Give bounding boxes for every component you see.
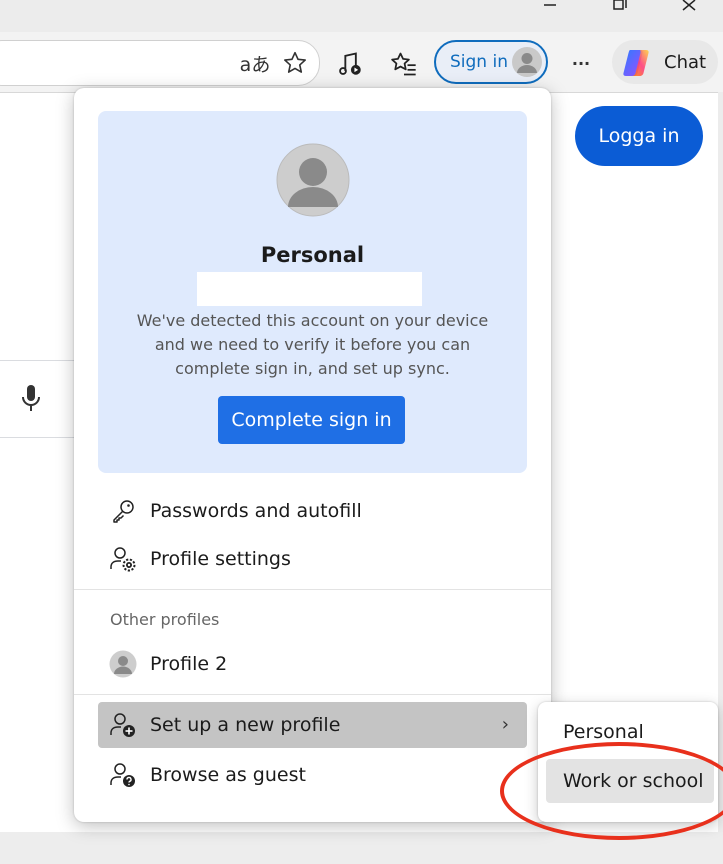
close-window-button[interactable] (676, 0, 704, 16)
profile-settings-label: Profile settings (150, 548, 291, 570)
status-strip (0, 832, 723, 864)
media-control-icon[interactable] (334, 48, 366, 80)
new-profile-submenu: Personal Work or school (538, 702, 718, 822)
login-button[interactable]: Logga in (575, 106, 703, 166)
profile-2-label: Profile 2 (150, 653, 228, 675)
microphone-icon[interactable] (18, 383, 44, 415)
setup-new-profile-label: Set up a new profile (150, 714, 341, 736)
passwords-autofill-label: Passwords and autofill (150, 500, 362, 522)
avatar-icon (512, 47, 542, 77)
redacted-email (197, 272, 422, 306)
copilot-icon (620, 46, 654, 80)
other-profiles-heading: Other profiles (110, 610, 220, 629)
title-bar (0, 0, 723, 32)
restore-icon (613, 0, 627, 10)
search-box[interactable] (0, 360, 81, 438)
minimize-button[interactable] (536, 0, 564, 16)
key-icon (108, 496, 138, 526)
profile-2-avatar-icon (108, 649, 138, 679)
close-icon (682, 0, 696, 11)
person-help-icon (108, 760, 138, 790)
passwords-autofill-item[interactable]: Passwords and autofill (98, 488, 527, 534)
read-aloud-icon[interactable]: aあ (238, 50, 272, 76)
restore-button[interactable] (606, 0, 634, 16)
favorites-icon[interactable] (388, 48, 420, 80)
profile-avatar-icon (276, 143, 350, 217)
submenu-personal-label: Personal (563, 721, 644, 743)
person-add-icon (108, 710, 138, 740)
profile-name: Personal (260, 243, 365, 267)
setup-new-profile-item[interactable]: Set up a new profile › (98, 702, 527, 748)
sign-in-button[interactable]: Sign in (434, 40, 548, 84)
menu-divider (74, 694, 551, 695)
chat-label: Chat (664, 51, 707, 73)
menu-divider (74, 589, 551, 590)
minimize-icon (544, 4, 556, 6)
submenu-work-or-school-item[interactable]: Work or school (546, 759, 714, 803)
address-bar[interactable] (0, 40, 320, 86)
browse-as-guest-label: Browse as guest (150, 764, 306, 786)
copilot-chat-button[interactable]: Chat (612, 40, 718, 84)
favorite-star-icon[interactable] (280, 48, 310, 78)
submenu-work-or-school-label: Work or school (563, 770, 704, 792)
complete-sign-in-button[interactable]: Complete sign in (218, 396, 405, 444)
verify-message: We've detected this account on your devi… (136, 311, 489, 378)
browse-as-guest-item[interactable]: Browse as guest (98, 752, 527, 798)
sign-in-label: Sign in (450, 52, 508, 72)
profile-card: Personal We've detected this account on … (98, 111, 527, 473)
person-gear-icon (108, 544, 138, 574)
profile-2-item[interactable]: Profile 2 (98, 641, 527, 687)
chevron-right-icon: › (501, 714, 509, 735)
more-options-icon[interactable]: ··· (566, 50, 596, 76)
submenu-personal-item[interactable]: Personal (546, 710, 714, 754)
profile-menu: Personal We've detected this account on … (74, 88, 551, 822)
profile-settings-item[interactable]: Profile settings (98, 536, 527, 582)
